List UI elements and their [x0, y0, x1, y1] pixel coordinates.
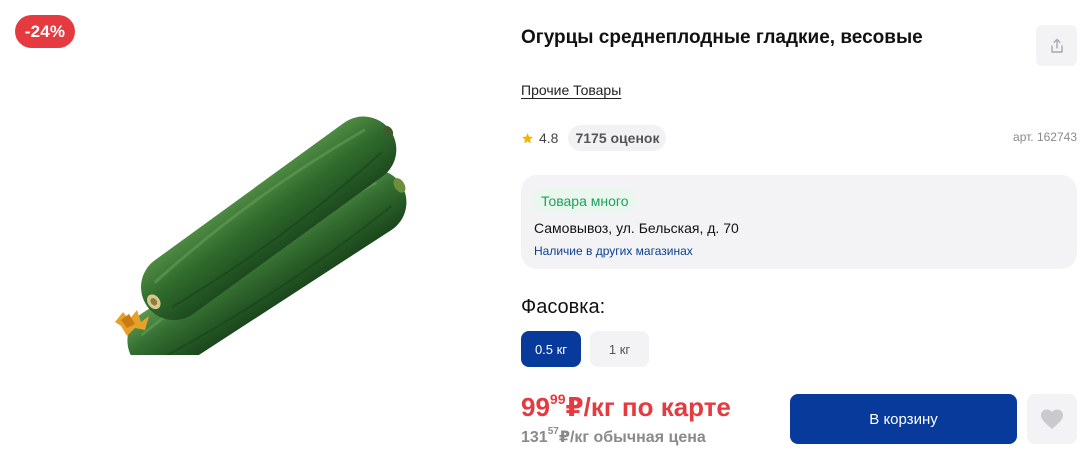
category-link[interactable]: Прочие Товары — [521, 82, 621, 98]
cucumber-image — [115, 116, 407, 374]
share-icon — [1049, 38, 1065, 54]
card-price: 9999₽/кг по карте — [521, 391, 731, 423]
stock-status-badge: Товара много — [533, 188, 637, 213]
card-price-kopecks: 99 — [549, 391, 566, 407]
rating-row: 4.8 7175 оценок — [521, 124, 667, 152]
product-image — [85, 110, 435, 374]
stock-card: Товара много Самовывоз, ул. Бельская, д.… — [521, 175, 1077, 269]
pack-option-0-5kg[interactable]: 0.5 кг — [521, 331, 581, 367]
reviews-count[interactable]: 7175 оценок — [568, 125, 667, 151]
regular-price: 13157₽/кг обычная цена — [521, 426, 706, 447]
pack-option-1kg[interactable]: 1 кг — [590, 331, 649, 367]
card-price-integer: 99 — [521, 392, 550, 422]
regular-price-integer: 131 — [521, 429, 548, 446]
product-title: Огурцы среднеплодные гладкие, весовые — [521, 27, 923, 48]
heart-icon — [1040, 408, 1064, 430]
regular-price-kopecks: 57 — [547, 426, 559, 437]
pickup-address: Самовывоз, ул. Бельская, д. 70 — [534, 220, 739, 236]
card-price-suffix: ₽/кг по карте — [565, 392, 731, 422]
regular-price-suffix: ₽/кг обычная цена — [558, 429, 706, 446]
add-to-cart-button[interactable]: В корзину — [790, 394, 1017, 444]
packaging-label: Фасовка: — [521, 296, 606, 318]
rating-value: 4.8 — [539, 130, 559, 146]
star-icon — [521, 132, 534, 145]
discount-badge: -24% — [15, 15, 75, 48]
article-number: арт. 162743 — [1013, 130, 1077, 144]
other-stores-link[interactable]: Наличие в других магазинах — [534, 244, 693, 258]
favorite-button[interactable] — [1027, 394, 1077, 444]
share-button[interactable] — [1036, 25, 1077, 66]
